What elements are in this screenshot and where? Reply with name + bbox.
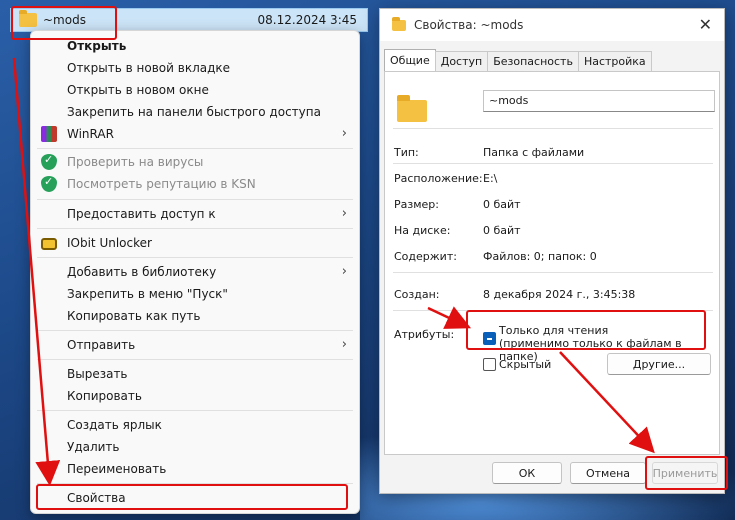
arrow-to-apply: [559, 351, 655, 454]
arrow-to-readonly: [427, 306, 472, 329]
annotation-arrows: [12, 57, 655, 486]
arrow-to-properties: [12, 57, 61, 486]
